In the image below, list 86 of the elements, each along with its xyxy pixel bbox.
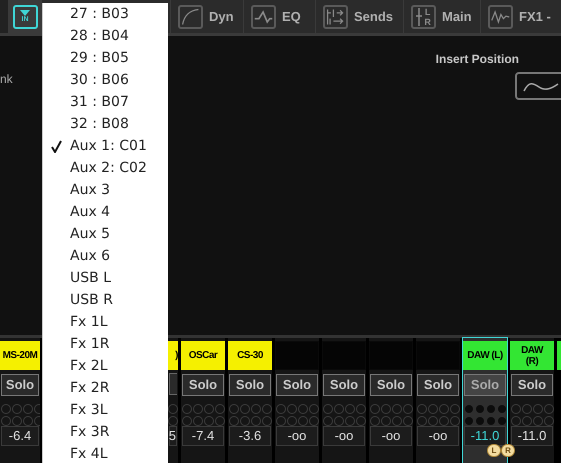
menu-item[interactable]: 32 : B08: [43, 113, 168, 135]
insert-position-button[interactable]: [515, 72, 561, 100]
menu-item-label: Fx 1L: [70, 312, 108, 332]
menu-item[interactable]: Aux 5: [43, 223, 168, 245]
menu-item-label: Fx 2R: [70, 378, 110, 398]
menu-item-label: Fx 2L: [70, 356, 108, 376]
menu-item-label: Aux 1: C01: [70, 136, 147, 156]
menu-item-label: 28 : B04: [70, 26, 129, 46]
menu-item-label: Aux 2: C02: [70, 158, 147, 178]
menu-item[interactable]: Fx 1L: [43, 311, 168, 333]
solo-button[interactable]: Solo: [229, 374, 271, 396]
tab-edge: [0, 0, 8, 33]
menu-item-label: Fx 3L: [70, 400, 108, 420]
level-readout: -7.4: [182, 426, 224, 446]
channel-strip[interactable]: CS-30 Solo -3.6: [228, 338, 272, 463]
menu-item[interactable]: 31 : B07: [43, 91, 168, 113]
menu-item[interactable]: Fx 3L: [43, 399, 168, 421]
channel-name: MS-20M: [0, 341, 40, 370]
level-readout: -oo: [276, 426, 318, 446]
solo-button[interactable]: [169, 373, 177, 395]
channel-strip[interactable]: Solo -oo: [275, 338, 319, 463]
channel-strip[interactable]: ) 5: [168, 338, 178, 463]
menu-item[interactable]: Fx 1R: [43, 333, 168, 355]
channel-strip[interactable]: OSCar Solo -7.4: [181, 338, 225, 463]
curve-icon: [178, 4, 203, 28]
level-readout: 5: [169, 426, 177, 446]
insert-position-label: Insert Position: [436, 51, 519, 68]
menu-item-label: Aux 6: [70, 246, 110, 266]
level-readout: -oo: [417, 426, 459, 446]
solo-button[interactable]: Solo: [323, 374, 365, 396]
menu-item-label: Aux 4: [70, 202, 110, 222]
level-readout: -oo: [323, 426, 365, 446]
menu-item[interactable]: Aux 4: [43, 201, 168, 223]
menu-item[interactable]: USB L: [43, 267, 168, 289]
solo-button[interactable]: Solo: [370, 374, 412, 396]
menu-item-label: 29 : B05: [70, 48, 129, 68]
menu-item-label: Aux 5: [70, 224, 110, 244]
menu-item[interactable]: Aux 6: [43, 245, 168, 267]
solo-button[interactable]: Solo: [417, 374, 459, 396]
level-readout: -3.6: [229, 426, 271, 446]
channel-strip[interactable]: Solo -oo: [369, 338, 413, 463]
menu-item[interactable]: Aux 3: [43, 179, 168, 201]
menu-item[interactable]: 30 : B06: [43, 69, 168, 91]
channel-name: DAW (R): [510, 341, 554, 370]
menu-item-label: Aux 3: [70, 180, 110, 200]
sliders-icon: [323, 4, 348, 28]
channel-name: CS-30: [228, 341, 272, 370]
menu-item-label: 30 : B06: [70, 70, 129, 90]
level-readout: -11.0: [511, 426, 553, 446]
solo-button[interactable]: Solo: [276, 374, 318, 396]
menu-item[interactable]: Aux 1: C01: [43, 135, 168, 157]
channel-strip[interactable]: MS-20M Solo -6.4: [0, 338, 40, 463]
channel-strip[interactable]: Solo -oo: [322, 338, 366, 463]
menu-item-label: 27 : B03: [70, 4, 129, 24]
menu-item-label: Fx 4L: [70, 444, 108, 463]
menu-item-label: 31 : B07: [70, 92, 129, 112]
panel-label: nk: [0, 71, 13, 88]
menu-item-label: Fx 3R: [70, 422, 110, 442]
menu-item[interactable]: Fx 3R: [43, 421, 168, 443]
solo-button[interactable]: Solo: [511, 374, 553, 396]
wave-icon: [251, 4, 276, 28]
level-readout: -oo: [370, 426, 412, 446]
channel-name: ): [168, 341, 178, 370]
channel-strip[interactable]: Solo -oo: [416, 338, 460, 463]
level-readout: -6.4: [1, 426, 39, 446]
channel-name: OSCar: [181, 341, 225, 370]
menu-item-label: USB R: [70, 290, 113, 310]
waveform-icon: [488, 4, 513, 28]
menu-item[interactable]: Fx 2R: [43, 377, 168, 399]
solo-button[interactable]: Solo: [464, 374, 506, 396]
level-readout: -11.0: [464, 426, 506, 446]
channel-strip[interactable]: DAW (R) Solo -11.0: [510, 338, 554, 463]
solo-button[interactable]: Solo: [182, 374, 224, 396]
menu-item[interactable]: 28 : B04: [43, 25, 168, 47]
menu-item[interactable]: Aux 2: C02: [43, 157, 168, 179]
menu-item[interactable]: USB R: [43, 289, 168, 311]
menu-item[interactable]: Fx 2L: [43, 355, 168, 377]
menu-item-label: USB L: [70, 268, 111, 288]
menu-item[interactable]: 29 : B05: [43, 47, 168, 69]
menu-item-label: Fx 1R: [70, 334, 110, 354]
menu-item[interactable]: 27 : B03: [43, 3, 168, 25]
solo-button[interactable]: Solo: [1, 374, 39, 396]
menu-item[interactable]: Fx 4L: [43, 443, 168, 463]
channel-name: DAW (L): [463, 341, 507, 370]
menu-item-label: 32 : B08: [70, 114, 129, 134]
fader-icon: L R: [411, 4, 436, 28]
